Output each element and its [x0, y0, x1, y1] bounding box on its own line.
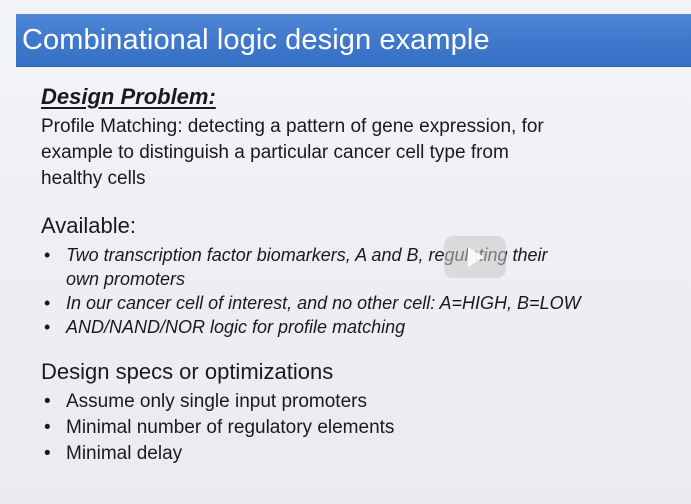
- slide: Combinational logic design example Desig…: [0, 0, 691, 504]
- list-item: • Two transcription factor biomarkers, A…: [41, 243, 671, 291]
- list-item: • Minimal number of regulatory elements: [41, 415, 671, 441]
- slide-content: Design Problem: Profile Matching: detect…: [41, 84, 671, 467]
- design-problem-line: example to distinguish a particular canc…: [41, 142, 509, 163]
- bullet-icon: •: [44, 417, 51, 438]
- design-problem-section: Design Problem: Profile Matching: detect…: [41, 84, 671, 192]
- list-item-text: AND/NAND/NOR logic for profile matching: [66, 317, 406, 337]
- list-item-text: Assume only single input promoters: [66, 391, 367, 412]
- design-problem-heading: Design Problem:: [41, 84, 216, 109]
- list-item: • Assume only single input promoters: [41, 389, 671, 415]
- bullet-icon: •: [44, 443, 51, 464]
- list-item-text: Minimal delay: [66, 443, 183, 464]
- list-item-text: own promoters: [66, 269, 186, 289]
- list-item-text: Minimal number of regulatory elements: [66, 417, 395, 438]
- design-problem-text: Profile Matching: detecting a pattern of…: [41, 114, 671, 192]
- design-problem-line: Profile Matching: detecting a pattern of…: [41, 116, 544, 137]
- specs-section: Design specs or optimizations • Assume o…: [41, 359, 671, 467]
- bullet-icon: •: [44, 391, 51, 412]
- video-play-button[interactable]: [444, 236, 506, 278]
- specs-list: • Assume only single input promoters • M…: [41, 389, 671, 467]
- list-item: • In our cancer cell of interest, and no…: [41, 291, 671, 315]
- available-section: Available: • Two transcription factor bi…: [41, 213, 671, 339]
- available-list: • Two transcription factor biomarkers, A…: [41, 243, 671, 339]
- list-item: • Minimal delay: [41, 441, 671, 467]
- available-heading: Available:: [41, 213, 136, 238]
- slide-title: Combinational logic design example: [22, 24, 490, 56]
- design-problem-line: healthy cells: [41, 168, 146, 189]
- play-icon: [468, 247, 484, 267]
- bullet-icon: •: [44, 317, 51, 337]
- list-item-text: In our cancer cell of interest, and no o…: [66, 293, 581, 313]
- list-item: • AND/NAND/NOR logic for profile matchin…: [41, 315, 671, 339]
- specs-heading: Design specs or optimizations: [41, 359, 334, 384]
- top-strip: [0, 0, 691, 14]
- bullet-icon: •: [44, 293, 51, 313]
- bullet-icon: •: [44, 245, 51, 265]
